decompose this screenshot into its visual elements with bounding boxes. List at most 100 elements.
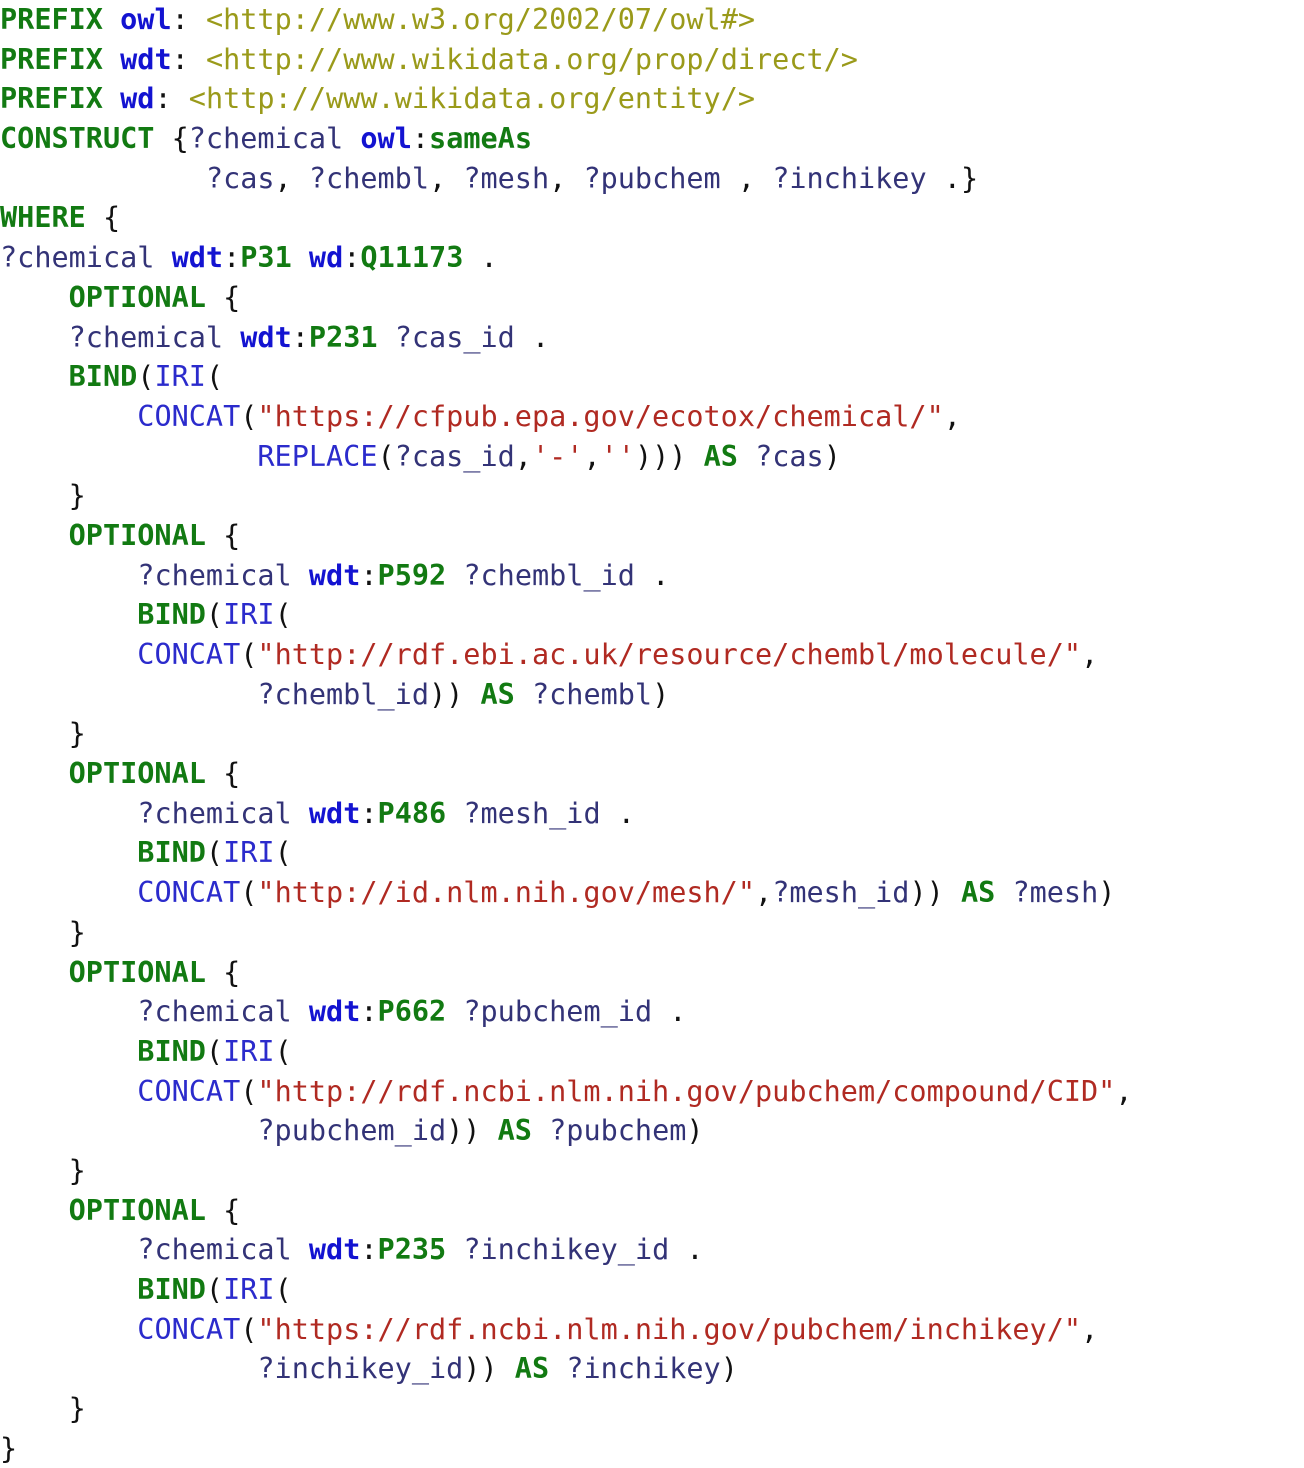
code-token-pun: )	[686, 1114, 704, 1148]
code-token-pun: }	[68, 479, 86, 513]
code-token-pun: }	[68, 1153, 86, 1187]
code-token-pun: :	[343, 241, 361, 275]
code-token-pun	[292, 241, 309, 274]
code-token-pfx: wdt	[308, 796, 361, 830]
code-line: OPTIONAL {	[0, 754, 1304, 794]
code-token-pun: (	[240, 1312, 258, 1346]
code-token-str: ''	[600, 439, 635, 473]
code-token-pun: (	[274, 1034, 292, 1068]
code-token-pun: {	[154, 122, 189, 156]
code-token-pun: ))	[446, 1114, 498, 1148]
code-token-pun: .	[669, 1233, 704, 1267]
code-token-pfx: wdt	[308, 558, 361, 592]
code-line: }	[0, 1151, 1304, 1191]
code-token-pun: .	[634, 558, 670, 592]
code-line: CONSTRUCT {?chemical owl:sameAs	[0, 119, 1304, 159]
code-token-pun: :	[360, 796, 378, 830]
code-token-var: ?mesh_id	[463, 796, 601, 830]
code-token-pfx: wdt	[171, 241, 224, 275]
code-line: CONCAT("http://rdf.ebi.ac.uk/resource/ch…	[0, 635, 1304, 675]
code-token-pun	[995, 876, 1012, 909]
code-token-var: ?pubchem	[549, 1114, 687, 1148]
code-token-pun	[446, 995, 463, 1028]
code-token-pun: :	[360, 558, 378, 592]
code-token-fn: IRI	[223, 598, 275, 632]
code-token-pun: (	[274, 598, 292, 632]
code-token-pfx: wdt	[120, 42, 172, 76]
code-token-var: ?inchikey_id	[463, 1233, 670, 1267]
code-token-kw: BIND	[137, 598, 206, 632]
code-token-pun: (	[274, 1273, 292, 1306]
code-token-pun: {	[205, 955, 241, 989]
code-token-pun: ,	[514, 439, 532, 473]
code-token-pun: {	[205, 757, 241, 791]
code-token-pun: }	[68, 915, 86, 949]
code-token-pun: {	[205, 518, 241, 552]
code-line: BIND(IRI(	[0, 833, 1304, 873]
code-token-pun: ,	[943, 399, 961, 433]
code-token-pun: :	[171, 3, 206, 36]
code-token-pun: ,	[755, 876, 773, 910]
code-token-var: ?chemical	[188, 122, 344, 156]
code-token-var: ?cas_id	[394, 439, 515, 473]
code-token-kw: BIND	[137, 1034, 206, 1068]
code-token-pun: }	[68, 717, 86, 751]
code-line: }	[0, 476, 1304, 516]
code-token-fn: CONCAT	[137, 399, 241, 433]
code-token-pun: ,	[1115, 1074, 1133, 1108]
code-token-loc: P231	[308, 320, 378, 354]
code-token-pun	[738, 440, 755, 473]
code-line: BIND(IRI(	[0, 1270, 1304, 1310]
code-token-pfx: wdt	[308, 1233, 361, 1267]
code-token-pun: .	[514, 320, 550, 354]
code-token-pun	[292, 797, 309, 830]
code-token-kw: AS	[497, 1114, 532, 1148]
code-token-kw: PREFIX	[0, 3, 103, 36]
code-line: ?chemical wdt:P231 ?cas_id .	[0, 318, 1304, 358]
code-token-fn: IRI	[154, 360, 206, 394]
code-token-pun: ,	[1081, 1312, 1099, 1346]
code-token-pun: )	[720, 1352, 738, 1386]
code-token-kw: BIND	[137, 1273, 206, 1306]
code-line: OPTIONAL {	[0, 1191, 1304, 1231]
code-token-var: ?inchikey_id	[257, 1352, 464, 1386]
code-line: OPTIONAL {	[0, 278, 1304, 318]
code-token-pun	[103, 82, 120, 115]
code-token-fn: CONCAT	[137, 876, 241, 910]
code-line: CONCAT("https://rdf.ncbi.nlm.nih.gov/pub…	[0, 1310, 1304, 1350]
code-token-var: ?chemical	[137, 995, 292, 1029]
code-token-loc: P662	[377, 995, 447, 1029]
code-token-pfx: wd	[120, 82, 155, 116]
code-token-fn: CONCAT	[137, 1074, 241, 1108]
code-token-kw: BIND	[68, 360, 138, 394]
code-token-var: ?pubchem_id	[463, 995, 653, 1029]
code-token-pfx: owl	[360, 122, 412, 156]
code-token-kw: PREFIX	[0, 42, 103, 76]
code-token-pun: .	[652, 995, 687, 1029]
code-token-fn: IRI	[223, 1273, 275, 1306]
code-token-var: ?chemical	[0, 241, 155, 275]
code-token-kw: OPTIONAL	[68, 757, 206, 791]
code-token-pun	[446, 559, 463, 592]
code-line: OPTIONAL {	[0, 516, 1304, 556]
code-token-var: ?cas_id	[394, 320, 515, 354]
code-token-var: ?mesh_id	[772, 876, 910, 910]
code-token-kw: PREFIX	[0, 82, 103, 116]
code-line: ?chembl_id)) AS ?chembl)	[0, 675, 1304, 715]
code-token-fn: REPLACE	[257, 439, 378, 473]
code-token-kw: BIND	[137, 836, 206, 870]
code-token-pun: (	[274, 836, 292, 870]
code-token-pun: {	[205, 280, 241, 314]
code-token-pun: }	[0, 1431, 18, 1465]
code-line: ?chemical wdt:P592 ?chembl_id .	[0, 556, 1304, 596]
code-token-pun: (	[377, 439, 395, 473]
code-line: }	[0, 714, 1304, 754]
